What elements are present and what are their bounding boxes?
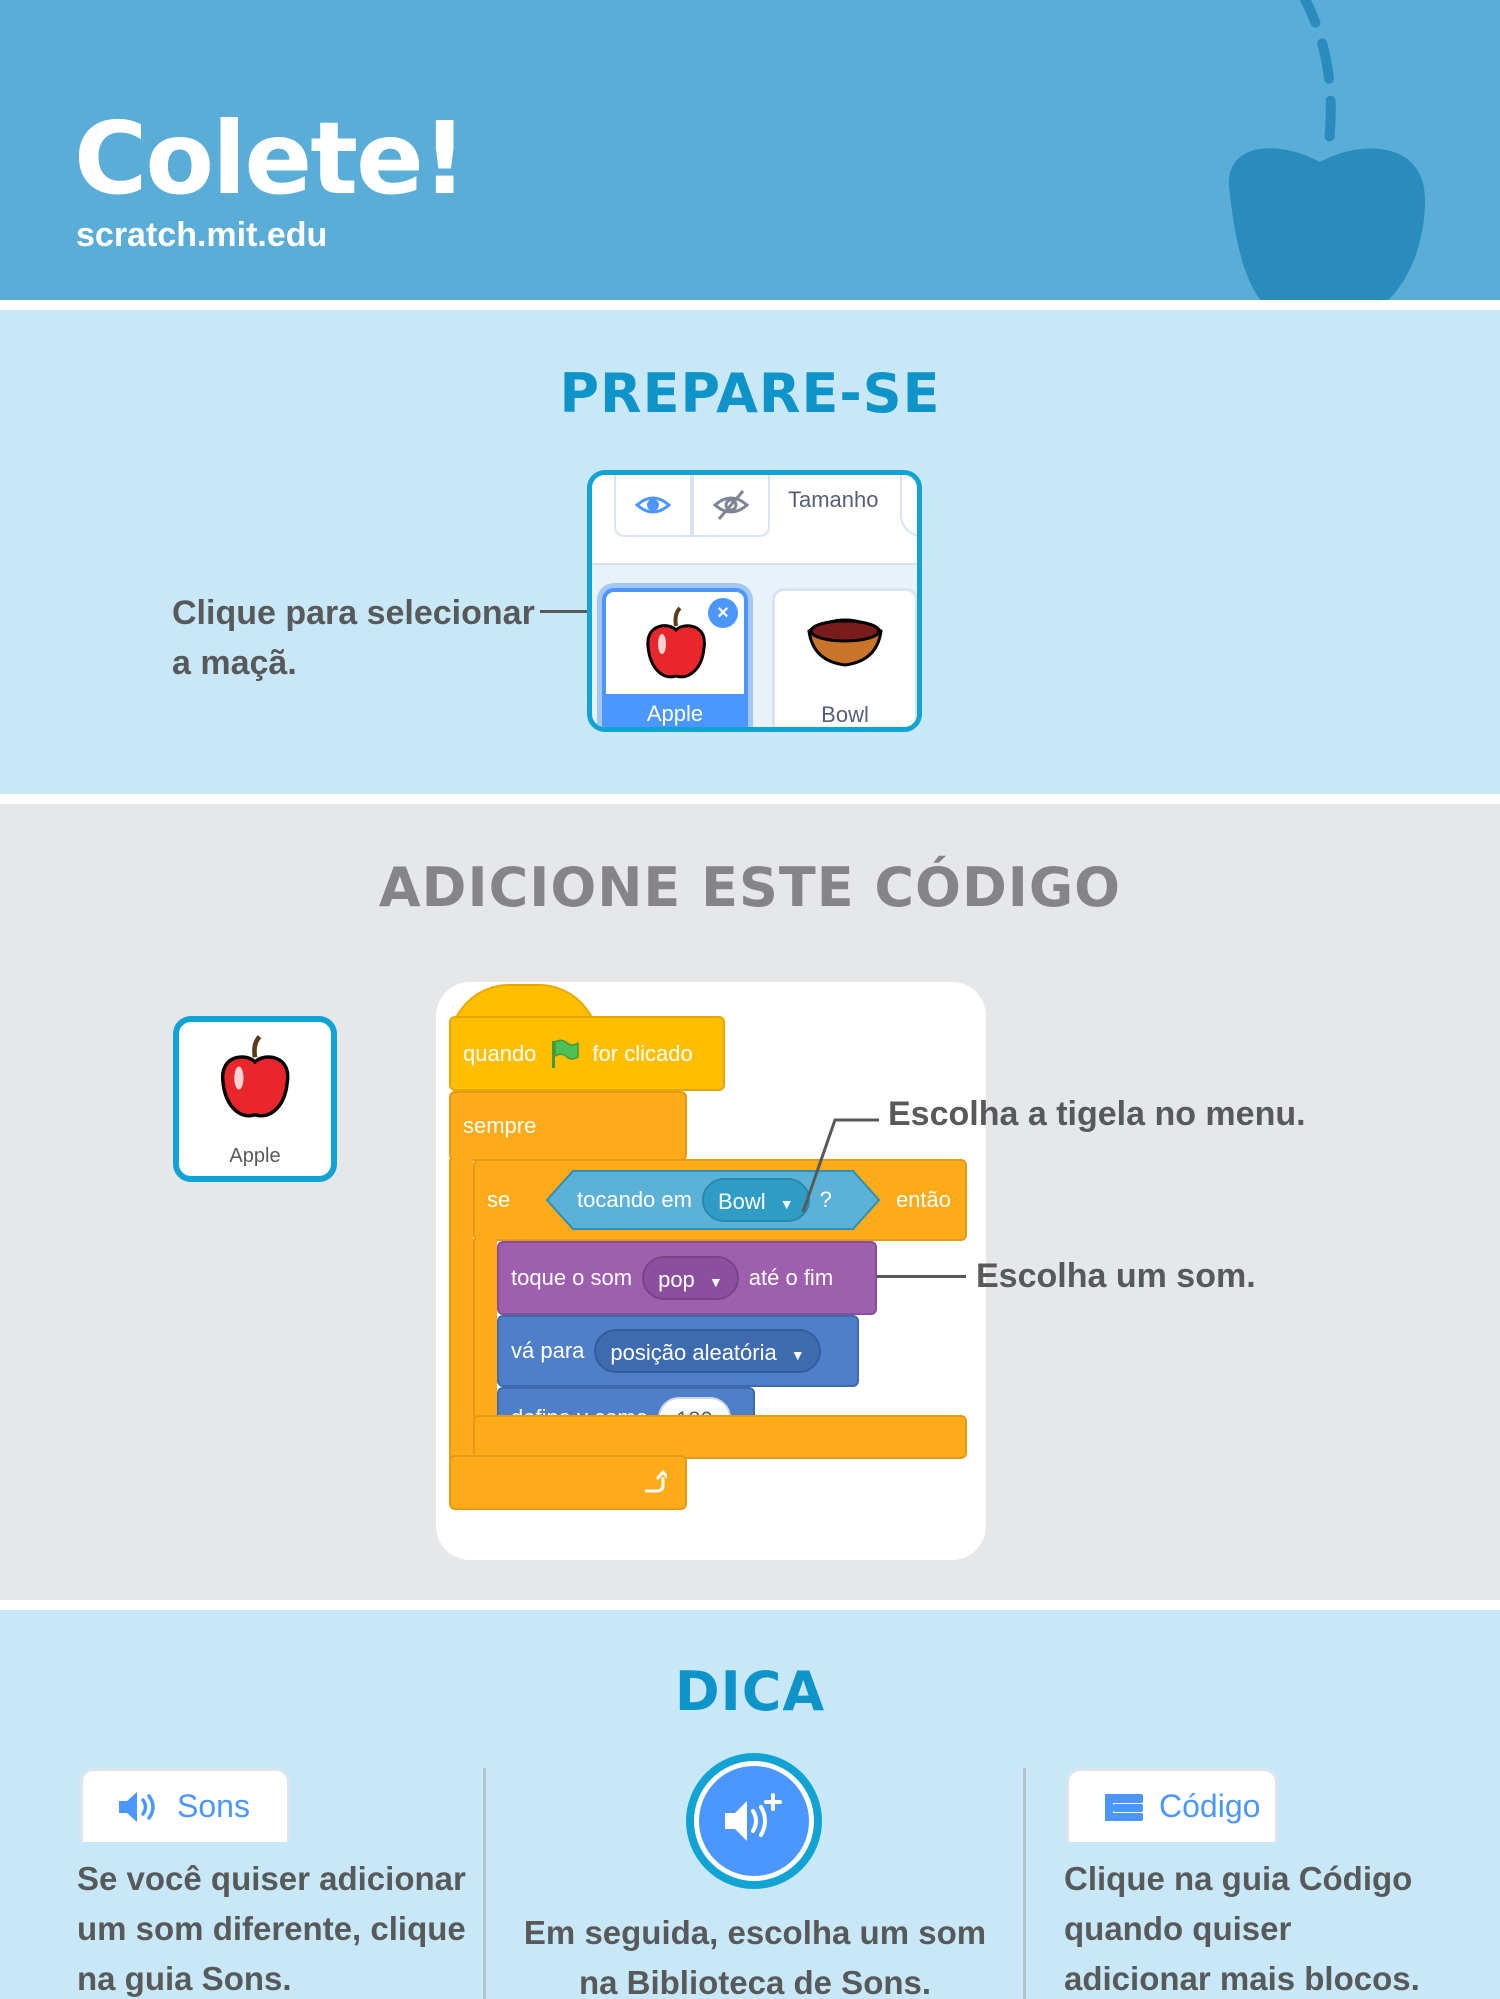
- tip-col1-line2: um som diferente, clique: [77, 1910, 466, 1947]
- callout-line-2: a maçã.: [172, 644, 297, 682]
- sound-callout: Escolha um som.: [976, 1257, 1256, 1295]
- menu-callout: Escolha a tigela no menu.: [888, 1095, 1306, 1133]
- green-flag-icon: [552, 1039, 580, 1068]
- goto-target-value: posição aleatória: [610, 1340, 777, 1365]
- touching-object-dropdown[interactable]: Bowl ▼: [701, 1178, 810, 1222]
- code-heading: ADICIONE ESTE CÓDIGO: [378, 856, 1122, 919]
- play-sound-after: até o fim: [748, 1265, 834, 1290]
- column-divider-2: [1023, 1768, 1026, 1999]
- touching-object-value: Bowl: [717, 1189, 766, 1214]
- prepare-heading: PREPARE-SE: [559, 362, 941, 425]
- play-sound-until-done-block[interactable]: toque o som pop ▼ até o fim: [497, 1241, 877, 1315]
- page-title: Colete!: [74, 100, 467, 217]
- size-input[interactable]: [900, 475, 917, 537]
- apple-icon: [646, 606, 706, 679]
- bowl-icon: [807, 618, 883, 667]
- eye-slash-icon: [713, 490, 749, 520]
- hat-label-after: for clicado: [592, 1040, 693, 1066]
- size-label: Tamanho: [788, 487, 879, 512]
- select-apple-callout: Clique para selecionar a maçã.: [172, 588, 535, 688]
- tab-sounds-label: Sons: [177, 1788, 250, 1824]
- tip-col2-text: Em seguida, escolha um som na Biblioteca…: [500, 1908, 1010, 1999]
- tab-sounds[interactable]: Sons: [80, 1768, 290, 1842]
- site-url: scratch.mit.edu: [76, 216, 328, 254]
- sprite-name-bowl: Bowl: [821, 702, 869, 727]
- tip-col3-line1: Clique na guia Código: [1064, 1860, 1413, 1897]
- forever-block[interactable]: sempre: [449, 1091, 687, 1161]
- tip-col3-text: Clique na guia Código quando quiser adic…: [1064, 1854, 1420, 1999]
- chevron-down-icon: ▼: [790, 1347, 805, 1363]
- go-to-block[interactable]: vá para posição aleatória ▼: [497, 1315, 859, 1387]
- callout-line-1: Clique para selecionar: [172, 594, 535, 632]
- if-block-arm: [473, 1239, 497, 1419]
- hat-label-before: quando: [463, 1040, 537, 1066]
- apple-icon: [221, 1034, 290, 1118]
- speaker-icon: [117, 1790, 163, 1824]
- when-flag-clicked-block[interactable]: quando for clicado: [449, 1016, 725, 1091]
- tip-col1-line3: na guia Sons.: [77, 1960, 292, 1997]
- code-blocks-icon: [1103, 1791, 1145, 1823]
- eye-icon: [635, 496, 671, 514]
- sprite-info-bar: Tamanho: [592, 475, 917, 565]
- sprite-pane: Tamanho × Apple Bowl: [587, 470, 922, 732]
- sprite-tile-bowl[interactable]: Bowl: [772, 588, 917, 727]
- tip-section: DICA Sons Se você quiser adicionar um so…: [0, 1610, 1500, 1999]
- forever-label: sempre: [463, 1113, 537, 1138]
- tip-col2-line2: na Biblioteca de Sons.: [578, 1964, 932, 1999]
- choose-sound-button[interactable]: [686, 1753, 822, 1889]
- tip-heading: DICA: [674, 1660, 826, 1723]
- menu-leader-line: [801, 1118, 879, 1213]
- touching-label: tocando em: [577, 1187, 692, 1212]
- hide-sprite-button[interactable]: [692, 475, 770, 537]
- tab-code-label: Código: [1159, 1788, 1261, 1824]
- goto-label: vá para: [511, 1338, 585, 1363]
- tab-code[interactable]: Código: [1066, 1768, 1278, 1842]
- loop-arrow-icon: [645, 1469, 667, 1492]
- tip-col2-line1: Em seguida, escolha um som: [523, 1914, 987, 1951]
- play-sound-label: toque o som: [511, 1265, 633, 1290]
- tip-col1-text: Se você quiser adicionar um som diferent…: [77, 1854, 466, 1999]
- delete-sprite-button[interactable]: ×: [708, 598, 738, 628]
- add-sound-icon: [699, 1766, 809, 1876]
- sound-leader-line: [876, 1275, 966, 1278]
- if-block-bottom: [473, 1415, 967, 1459]
- goto-target-dropdown[interactable]: posição aleatória ▼: [594, 1329, 821, 1373]
- chevron-down-icon: ▼: [708, 1274, 723, 1290]
- tip-col3-line3: adicionar mais blocos.: [1064, 1960, 1420, 1997]
- code-section: ADICIONE ESTE CÓDIGO Apple quando for cl…: [0, 804, 1500, 1600]
- apple-silhouette-icon: [1228, 0, 1425, 300]
- sprite-name-apple: Apple: [606, 694, 744, 727]
- tip-col3-line2: quando quiser: [1064, 1910, 1292, 1947]
- then-label: então: [895, 1187, 951, 1212]
- tip-col1-line1: Se você quiser adicionar: [77, 1860, 466, 1897]
- if-label: se: [487, 1187, 511, 1212]
- forever-block-bottom: [449, 1455, 687, 1510]
- sprite-tile-apple[interactable]: × Apple: [602, 588, 748, 727]
- chevron-down-icon: ▼: [779, 1196, 794, 1212]
- sound-dropdown-value: pop: [658, 1267, 695, 1292]
- column-divider-1: [483, 1768, 486, 1999]
- prepare-section: PREPARE-SE Clique para selecionar a maçã…: [0, 310, 1500, 794]
- apple-sprite-card: Apple: [173, 1016, 337, 1182]
- header-banner: Colete! scratch.mit.edu: [0, 0, 1500, 300]
- show-sprite-button[interactable]: [614, 475, 692, 537]
- forever-block-arm: [449, 1159, 473, 1459]
- sound-dropdown[interactable]: pop ▼: [642, 1256, 739, 1300]
- sprite-card-label: Apple: [229, 1145, 281, 1167]
